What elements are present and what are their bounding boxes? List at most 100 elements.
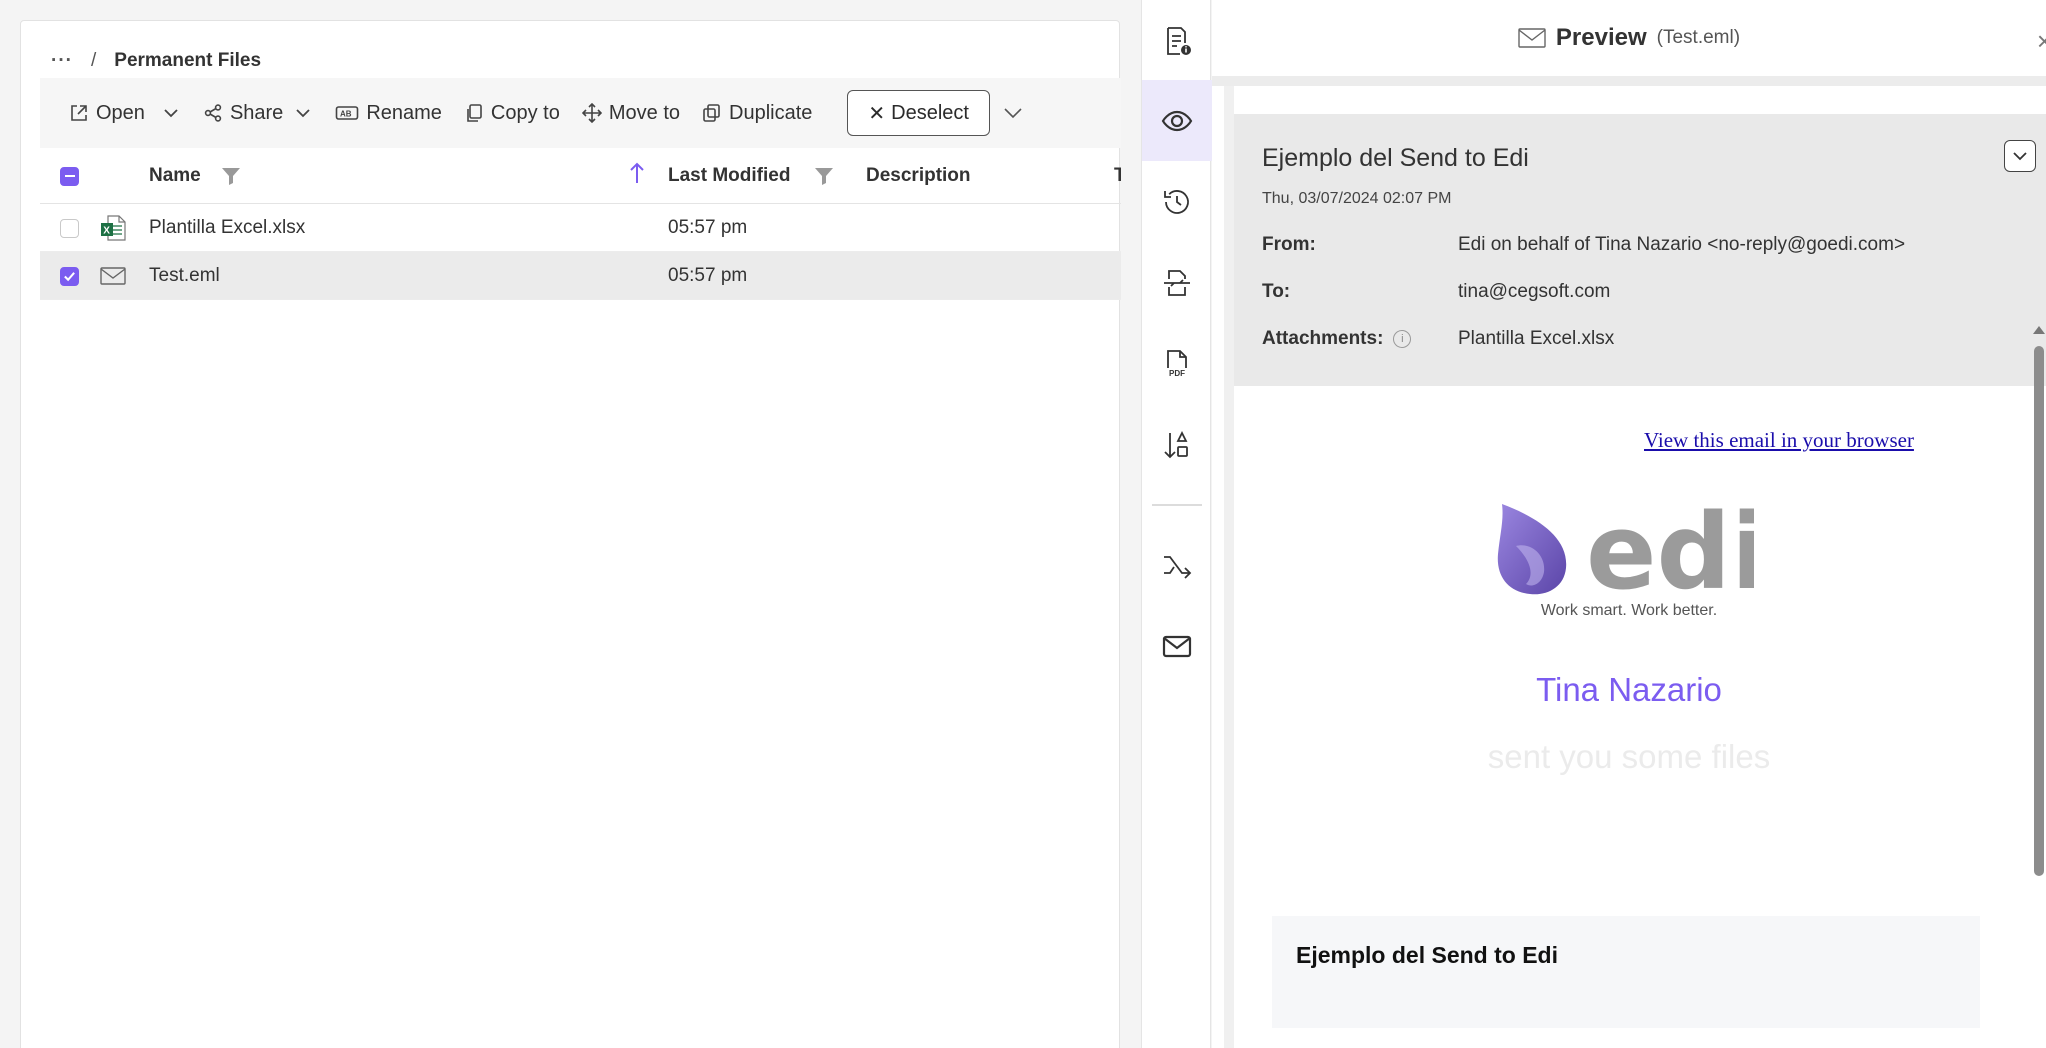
breadcrumb-current: Permanent Files xyxy=(114,50,262,71)
email-from-row: From: Edi on behalf of Tina Nazario <no-… xyxy=(1262,234,1905,256)
view-in-browser-link[interactable]: View this email in your browser xyxy=(1644,428,1914,453)
mail-icon xyxy=(1162,635,1192,657)
sort-ascending-icon[interactable] xyxy=(629,162,645,184)
preview-scrollbar[interactable] xyxy=(2032,326,2046,1048)
select-all-checkbox[interactable] xyxy=(60,166,79,186)
duplicate-button[interactable]: Duplicate xyxy=(691,90,823,136)
email-header: Ejemplo del Send to Edi Thu, 03/07/2024 … xyxy=(1234,114,2046,386)
sort-icon xyxy=(1164,430,1188,458)
chevron-down-icon xyxy=(2013,152,2027,161)
svg-text:X: X xyxy=(103,226,110,237)
close-x-icon: ✕ xyxy=(868,102,886,125)
breadcrumb-more-button[interactable]: ··· xyxy=(51,50,73,72)
excel-file-icon: X xyxy=(100,204,126,252)
deselect-button[interactable]: ✕ Deselect xyxy=(847,90,990,136)
move-to-label: Move to xyxy=(608,101,681,124)
message-box: Ejemplo del Send to Edi xyxy=(1272,916,1980,1028)
column-header-name[interactable]: Name xyxy=(149,148,241,204)
move-to-button[interactable]: Move to xyxy=(571,90,691,136)
preview-button[interactable] xyxy=(1142,80,1212,161)
share-button-group: Share xyxy=(192,90,312,136)
email-date: Thu, 03/07/2024 02:07 PM xyxy=(1262,190,1452,207)
copy-to-label: Copy to xyxy=(490,101,560,124)
scroll-thumb[interactable] xyxy=(2034,346,2044,876)
preview-panel: Preview (Test.eml) × Ejemplo del Send to… xyxy=(1212,0,2046,1048)
table-header: Name Last Modified Description T xyxy=(40,148,1121,204)
close-preview-button[interactable]: × xyxy=(2037,26,2046,57)
side-icon-rail: PDF xyxy=(1141,0,1212,1048)
rename-label: Rename xyxy=(366,101,442,124)
info-icon[interactable]: i xyxy=(1393,330,1412,348)
external-link-icon xyxy=(71,105,87,121)
rename-button[interactable]: AB Rename xyxy=(324,90,453,136)
preview-body: Ejemplo del Send to Edi Thu, 03/07/2024 … xyxy=(1224,86,2046,1048)
toolbar-more-chevron-icon[interactable] xyxy=(1002,102,1024,124)
attachments-label: Attachments: xyxy=(1262,328,1384,349)
filter-icon[interactable] xyxy=(814,166,834,186)
file-last-modified: 05:57 pm xyxy=(668,217,748,238)
file-name[interactable]: Plantilla Excel.xlsx xyxy=(149,204,305,252)
sender-name: Tina Nazario xyxy=(1536,671,1722,708)
email-card: Ejemplo del Send to Edi Thu, 03/07/2024 … xyxy=(1234,86,2046,1048)
share-button[interactable]: Share xyxy=(192,90,294,136)
duplicate-icon xyxy=(703,104,720,122)
copy-to-button[interactable]: Copy to xyxy=(453,90,571,136)
logo-wordmark: edi xyxy=(1586,496,1754,596)
tagline: Work smart. Work better. xyxy=(1540,602,1718,619)
open-button[interactable]: Open xyxy=(58,90,156,136)
mail-button[interactable] xyxy=(1142,605,1212,686)
workflow-button[interactable] xyxy=(1142,524,1212,605)
file-toolbar: Open Share AB Rename Copy to Move to Dup… xyxy=(40,78,1121,148)
email-to-row: To: tina@cegsoft.com xyxy=(1262,281,1610,303)
share-dropdown-chevron-icon[interactable] xyxy=(294,104,312,122)
scroll-up-arrow-icon[interactable] xyxy=(2033,326,2045,334)
table-row[interactable]: X Plantilla Excel.xlsx 05:57 pm xyxy=(40,204,1121,252)
file-info-button[interactable] xyxy=(1142,0,1212,81)
last-modified-column-label: Last Modified xyxy=(668,165,791,186)
svg-text:AB: AB xyxy=(340,110,352,119)
sort-button[interactable] xyxy=(1142,404,1212,485)
breadcrumb-separator: / xyxy=(90,50,97,71)
preview-title: Preview xyxy=(1555,24,1647,51)
pdf-button[interactable]: PDF xyxy=(1142,323,1212,404)
copy-icon xyxy=(467,104,482,122)
email-body: View this email in your browser edi Work… xyxy=(1234,386,2024,1048)
column-header-last-modified[interactable]: Last Modified xyxy=(668,148,834,204)
pdf-icon: PDF xyxy=(1167,349,1187,378)
name-column-label: Name xyxy=(149,165,201,186)
move-icon xyxy=(581,103,602,123)
checkmark-icon xyxy=(64,271,75,281)
preview-filename: (Test.eml) xyxy=(1656,27,1741,48)
email-subject: Ejemplo del Send to Edi xyxy=(1262,144,1529,172)
convert-button[interactable] xyxy=(1142,242,1212,323)
sent-files-message: sent you some files xyxy=(1487,738,1771,775)
email-file-icon xyxy=(100,252,126,300)
deselect-label: Deselect xyxy=(891,101,969,124)
history-button[interactable] xyxy=(1142,161,1212,242)
from-label: From: xyxy=(1262,234,1316,255)
workflow-icon xyxy=(1164,555,1192,579)
to-value: tina@cegsoft.com xyxy=(1458,281,1611,302)
table-row[interactable]: Test.eml 05:57 pm xyxy=(40,252,1121,300)
row-checkbox[interactable] xyxy=(60,218,79,238)
file-browser-panel: ··· / Permanent Files Open Share AB Rena… xyxy=(20,20,1121,1048)
row-checkbox[interactable] xyxy=(60,266,79,286)
description-column-label: Description xyxy=(866,165,971,186)
breadcrumb: ··· / Permanent Files xyxy=(51,43,261,79)
history-icon xyxy=(1164,189,1189,214)
rename-icon: AB xyxy=(336,106,359,120)
file-info-icon xyxy=(1167,26,1191,55)
message-title: Ejemplo del Send to Edi xyxy=(1296,942,1558,968)
collapse-header-button[interactable] xyxy=(2004,140,2036,172)
column-header-description[interactable]: Description xyxy=(866,148,971,204)
filter-icon[interactable] xyxy=(221,166,241,186)
preview-header: Preview (Test.eml) × xyxy=(1212,0,2046,86)
attachment-name[interactable]: Plantilla Excel.xlsx xyxy=(1458,328,1614,350)
svg-text:PDF: PDF xyxy=(1169,369,1185,378)
preview-eye-icon xyxy=(1161,110,1193,131)
file-name[interactable]: Test.eml xyxy=(149,252,220,300)
column-header-truncated[interactable]: T xyxy=(1114,148,1121,204)
share-label: Share xyxy=(229,101,284,124)
open-dropdown-chevron-icon[interactable] xyxy=(162,104,180,122)
edi-logo: edi xyxy=(1497,496,1754,596)
